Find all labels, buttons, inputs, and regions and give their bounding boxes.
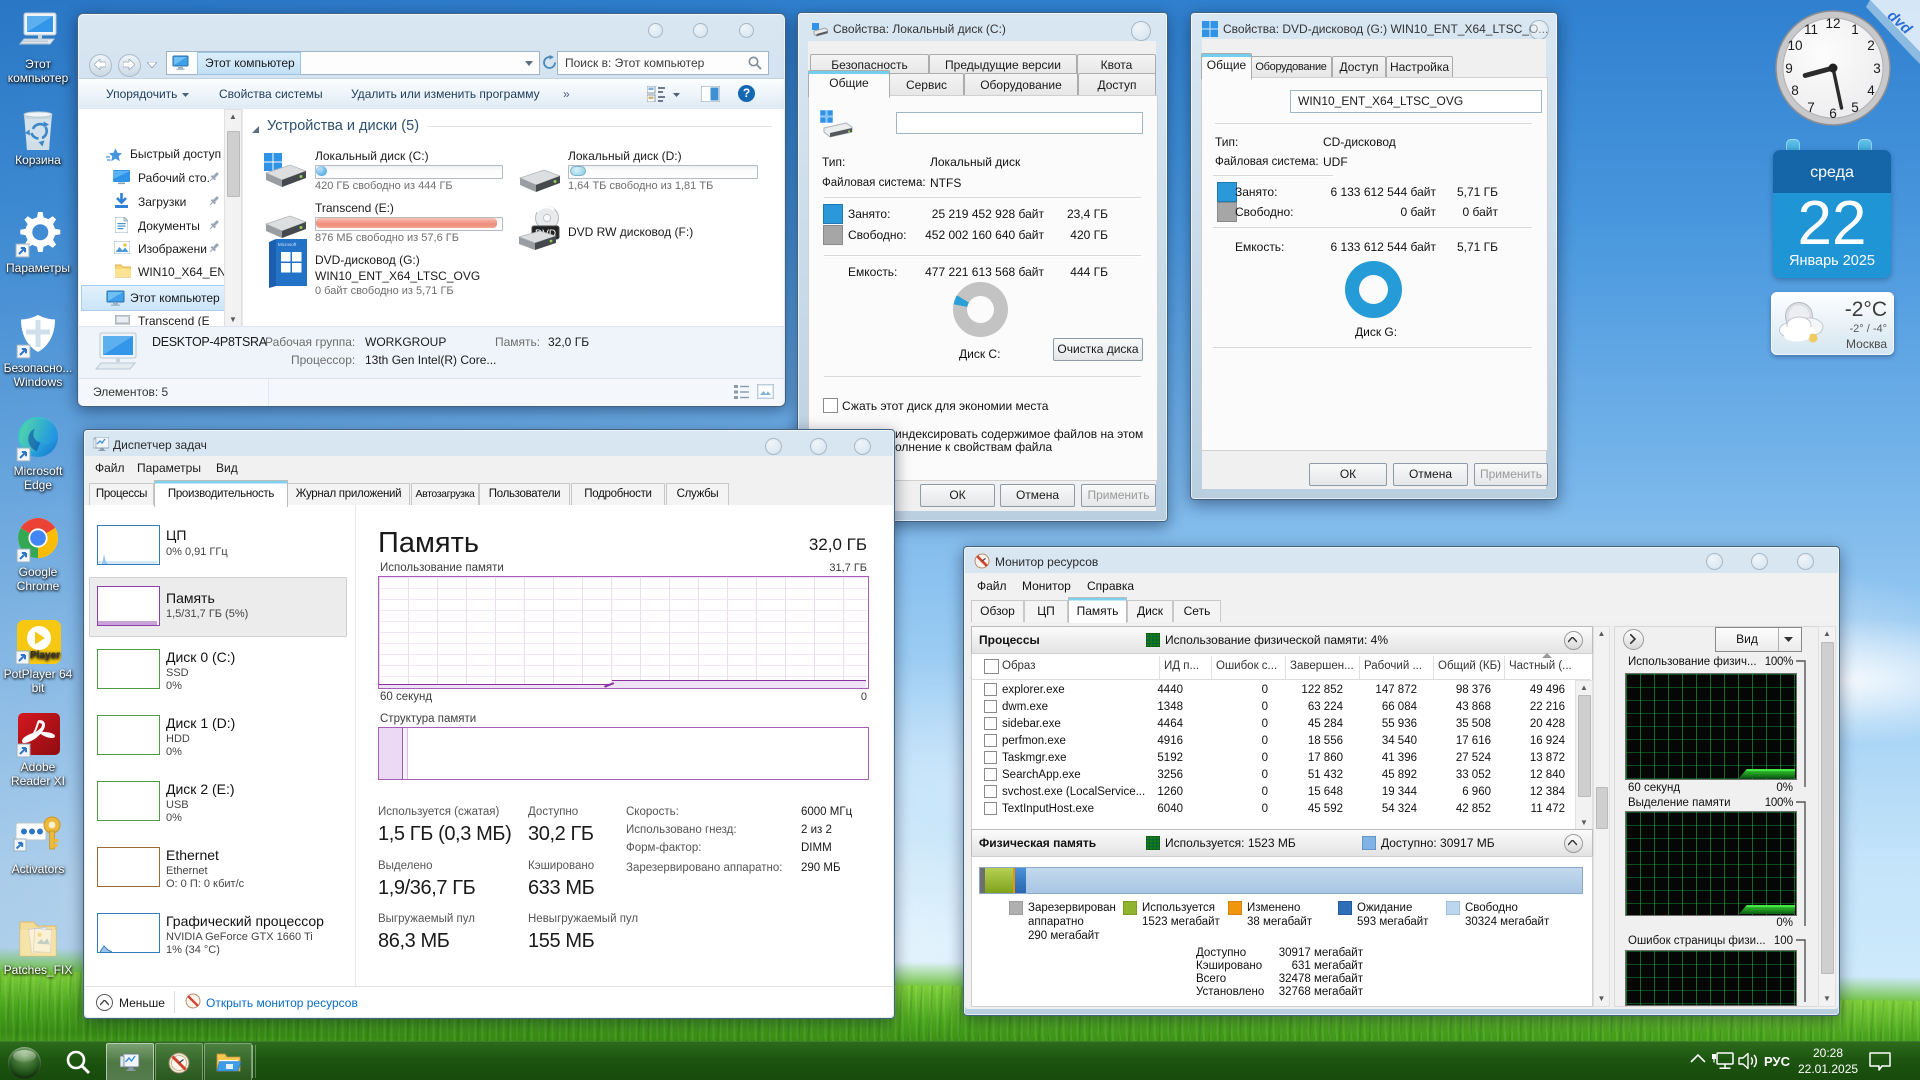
svg-text:9: 9 [1785,61,1793,76]
svg-text:6: 6 [1829,106,1837,121]
svg-text:3: 3 [1873,61,1881,76]
svg-text:12: 12 [1825,16,1840,31]
svg-text:10: 10 [1787,38,1802,53]
svg-text:11: 11 [1804,22,1818,37]
svg-text:5: 5 [1851,100,1859,115]
svg-text:2: 2 [1867,38,1875,53]
svg-text:1: 1 [1851,22,1859,37]
svg-text:7: 7 [1807,100,1815,115]
svg-text:Player: Player [30,650,60,661]
svg-text:4: 4 [1867,83,1875,98]
svg-text:8: 8 [1791,83,1799,98]
svg-text:Microsoft: Microsoft [278,242,297,247]
